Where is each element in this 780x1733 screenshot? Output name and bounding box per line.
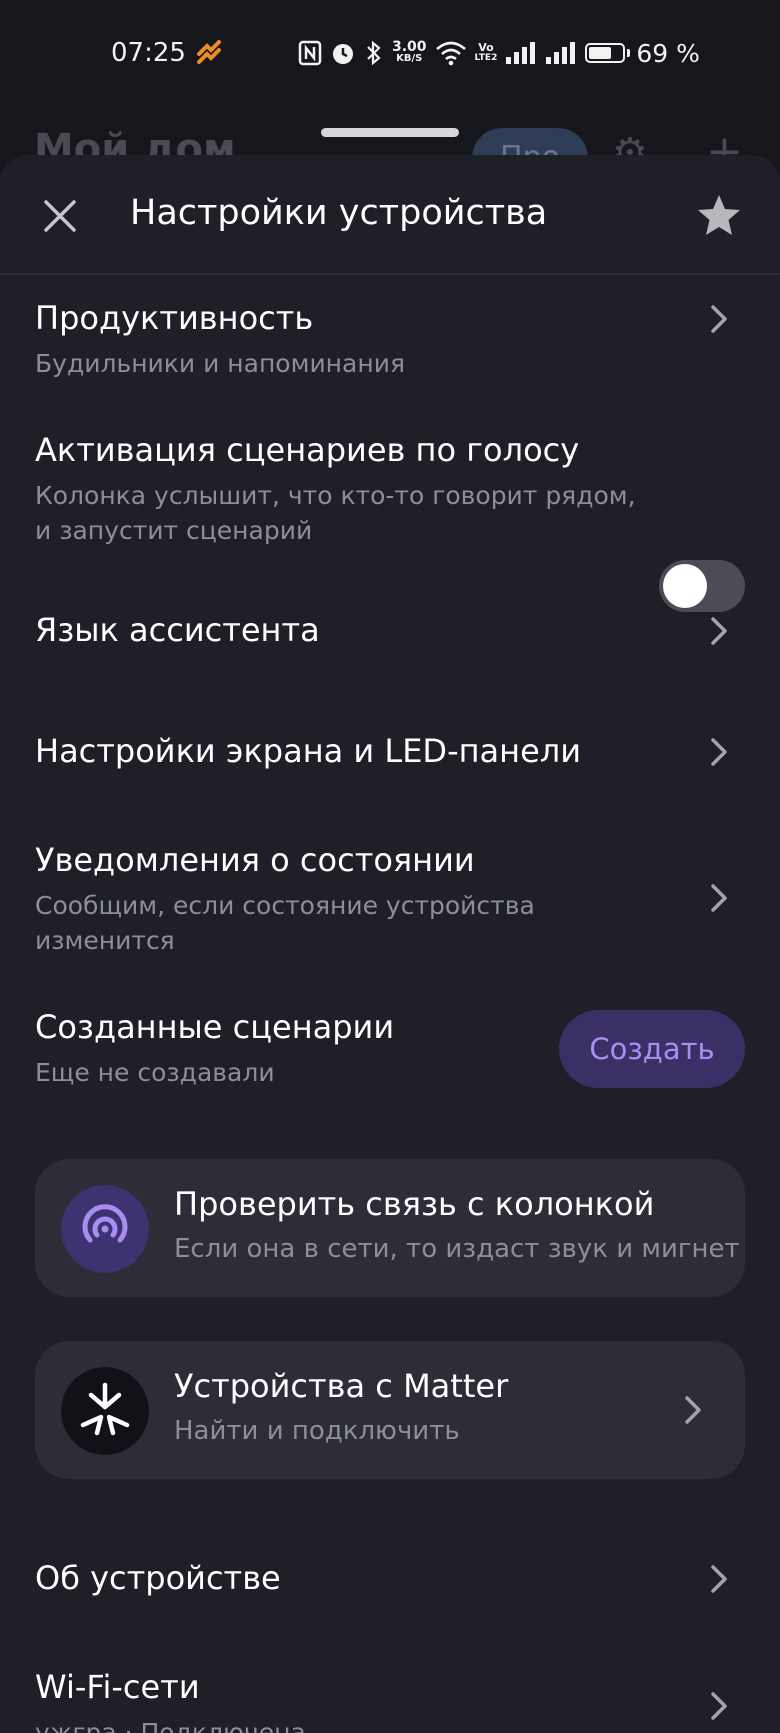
sheet-header: Настройки устройства — [0, 155, 780, 275]
volte-indicator: Vo LTE2 — [474, 41, 498, 63]
page-title: Настройки устройства — [130, 193, 548, 233]
matter-devices-card[interactable]: Устройства с Matter Найти и подключить — [35, 1341, 745, 1479]
status-icons: 3.00 KB/S Vo LTE2 69 % — [298, 36, 700, 70]
row-title: Wi-Fi-сети — [35, 1668, 200, 1706]
assistant-language-row[interactable]: Язык ассистента — [0, 585, 780, 685]
row-title: Уведомления о состоянии — [35, 841, 475, 879]
chevron-right-icon — [711, 884, 727, 912]
productivity-row[interactable]: Продуктивность Будильники и напоминания — [0, 273, 780, 385]
wifi-networks-row[interactable]: Wi-Fi-сети ужгра · Подключена — [0, 1642, 780, 1733]
chevron-right-icon — [711, 617, 727, 645]
device-settings-sheet: Настройки устройства Продуктивность Буди… — [0, 155, 780, 1733]
row-title: Об устройстве — [35, 1559, 281, 1597]
matter-icon — [61, 1367, 149, 1455]
row-subtitle: Еще не создавали — [35, 1058, 275, 1087]
row-title: Настройки экрана и LED-панели — [35, 732, 581, 770]
star-icon[interactable] — [694, 191, 744, 241]
row-subtitle: изменится — [35, 926, 175, 955]
row-title: Язык ассистента — [35, 611, 320, 649]
card-title: Устройства с Matter — [174, 1367, 509, 1405]
chevron-right-icon — [685, 1396, 701, 1424]
status-bar: 07:25 3.00 KB/S Vo LTE2 69 % — [0, 0, 780, 100]
row-title: Созданные сценарии — [35, 1008, 395, 1046]
app-notification-icon — [197, 40, 221, 64]
row-subtitle: Колонка услышит, что кто-то говорит рядо… — [35, 481, 636, 510]
row-title: Продуктивность — [35, 299, 314, 337]
signal-icon — [546, 42, 576, 64]
chevron-right-icon — [711, 1692, 727, 1720]
chevron-right-icon — [711, 738, 727, 766]
create-scenario-button[interactable]: Создать — [559, 1010, 745, 1088]
battery: 69 % — [585, 39, 700, 68]
sheet-drag-handle[interactable] — [321, 128, 459, 137]
close-icon[interactable] — [38, 194, 82, 238]
card-subtitle: Найти и подключить — [174, 1416, 460, 1446]
signal-icon — [506, 42, 536, 64]
row-subtitle: Будильники и напоминания — [35, 349, 405, 378]
bluetooth-icon — [367, 40, 381, 66]
wifi-icon — [435, 41, 466, 66]
alarm-icon — [333, 44, 353, 64]
chevron-right-icon — [711, 1565, 727, 1593]
network-speed: 3.00 KB/S — [392, 39, 427, 64]
battery-level — [589, 47, 612, 59]
status-time: 07:25 — [111, 38, 186, 68]
screen-led-row[interactable]: Настройки экрана и LED-панели — [0, 706, 780, 806]
card-subtitle: Если она в сети, то издаст звук и мигнет — [174, 1234, 740, 1264]
check-connection-card[interactable]: Проверить связь с колонкой Если она в се… — [35, 1159, 745, 1297]
chevron-right-icon — [711, 305, 727, 333]
card-title: Проверить связь с колонкой — [174, 1185, 655, 1223]
broadcast-icon — [61, 1185, 149, 1273]
row-subtitle: ужгра · Подключена — [35, 1718, 306, 1733]
row-subtitle: и запустит сценарий — [35, 516, 313, 545]
voice-activation-row: Активация сценариев по голосу Колонка ус… — [0, 405, 780, 555]
about-device-row[interactable]: Об устройстве — [0, 1533, 780, 1633]
nfc-icon — [298, 40, 322, 66]
status-notifications-row[interactable]: Уведомления о состоянии Сообщим, если со… — [0, 815, 780, 965]
row-subtitle: Сообщим, если состояние устройства — [35, 891, 535, 920]
battery-icon — [585, 43, 626, 63]
battery-percent: 69 % — [636, 38, 700, 68]
row-title: Активация сценариев по голосу — [35, 431, 580, 469]
